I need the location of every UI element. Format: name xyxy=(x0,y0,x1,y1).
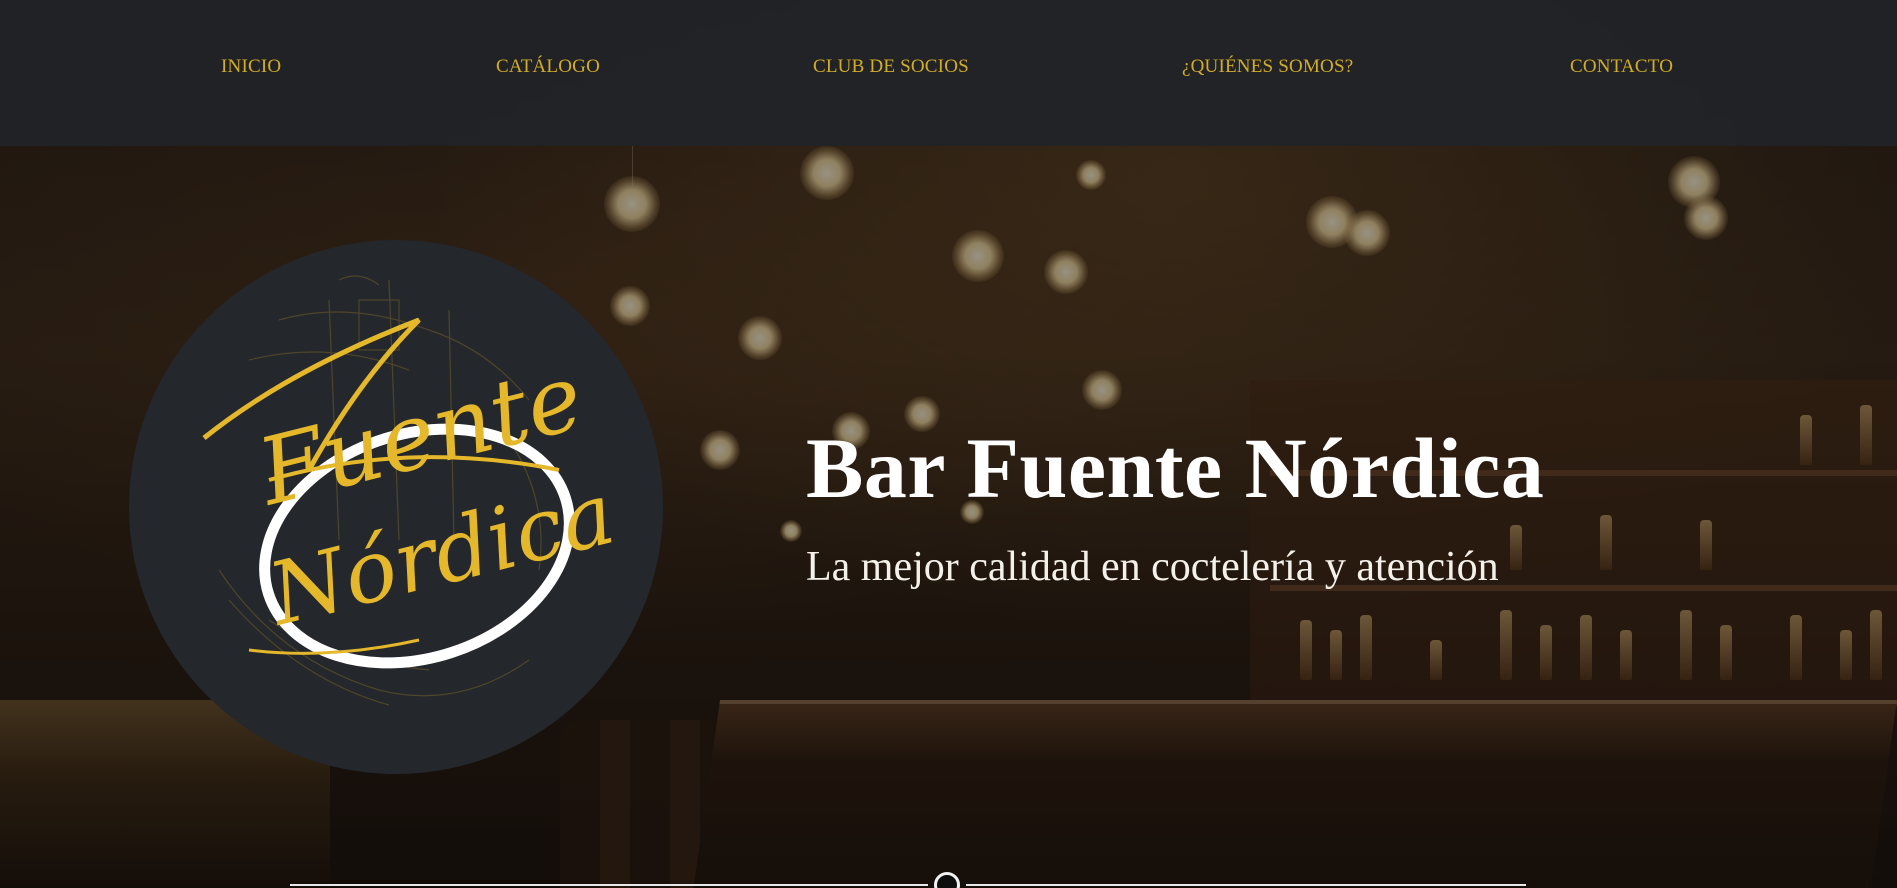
main-nav: INICIO CATÁLOGO CLUB DE SOCIOS ¿QUIÉNES … xyxy=(0,56,1897,84)
site-header: INICIO CATÁLOGO CLUB DE SOCIOS ¿QUIÉNES … xyxy=(0,0,1897,146)
hero-subtitle: La mejor calidad en coctelería y atenció… xyxy=(806,544,1499,590)
divider-line-left xyxy=(290,884,928,886)
hero-title: Bar Fuente Nórdica xyxy=(806,420,1545,516)
page: INICIO CATÁLOGO CLUB DE SOCIOS ¿QUIÉNES … xyxy=(0,0,1897,888)
divider-line-right xyxy=(966,884,1526,886)
brand-logo: Fuente Nórdica xyxy=(129,240,663,774)
nav-item-inicio[interactable]: INICIO xyxy=(221,56,281,78)
nav-item-contacto[interactable]: CONTACTO xyxy=(1570,56,1673,78)
nav-item-catalogo[interactable]: CATÁLOGO xyxy=(496,56,600,78)
nav-item-club-de-socios[interactable]: CLUB DE SOCIOS xyxy=(813,56,969,78)
nav-item-quienes-somos[interactable]: ¿QUIÉNES SOMOS? xyxy=(1182,56,1353,78)
logo-artwork: Fuente Nórdica xyxy=(202,275,624,706)
